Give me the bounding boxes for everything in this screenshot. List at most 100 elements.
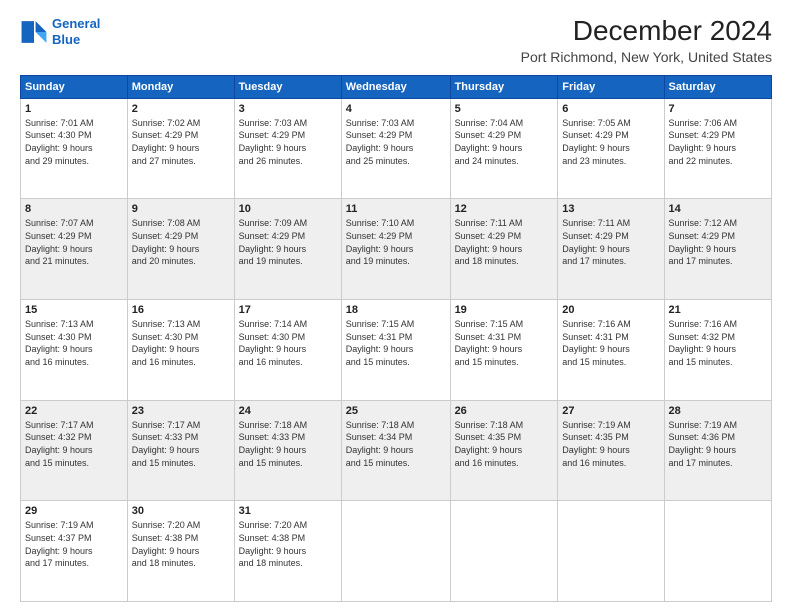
calendar-body: 1 Sunrise: 7:01 AM Sunset: 4:30 PM Daylig…	[21, 98, 772, 601]
day-info: Sunrise: 7:12 AM Sunset: 4:29 PM Dayligh…	[669, 217, 767, 267]
subtitle: Port Richmond, New York, United States	[521, 49, 772, 65]
day-info: Sunrise: 7:19 AM Sunset: 4:37 PM Dayligh…	[25, 519, 123, 569]
day-info: Sunrise: 7:18 AM Sunset: 4:34 PM Dayligh…	[346, 419, 446, 469]
header-row: Sunday Monday Tuesday Wednesday Thursday…	[21, 75, 772, 98]
day-info: Sunrise: 7:06 AM Sunset: 4:29 PM Dayligh…	[669, 117, 767, 167]
col-thursday: Thursday	[450, 75, 558, 98]
calendar-cell: 21 Sunrise: 7:16 AM Sunset: 4:32 PM Dayli…	[664, 300, 771, 401]
calendar-cell: 5Sunrise: 7:04 AM Sunset: 4:29 PM Daylig…	[450, 98, 558, 199]
day-number: 12	[455, 203, 554, 215]
day-number: 7	[669, 103, 767, 115]
day-number: 15	[25, 304, 123, 316]
day-number: 2	[132, 103, 230, 115]
day-info: Sunrise: 7:13 AM Sunset: 4:30 PM Dayligh…	[25, 318, 123, 368]
col-saturday: Saturday	[664, 75, 771, 98]
day-info: Sunrise: 7:09 AM Sunset: 4:29 PM Dayligh…	[239, 217, 337, 267]
day-info: Sunrise: 7:15 AM Sunset: 4:31 PM Dayligh…	[455, 318, 554, 368]
day-info: Sunrise: 7:19 AM Sunset: 4:36 PM Dayligh…	[669, 419, 767, 469]
calendar-cell: 16Sunrise: 7:13 AM Sunset: 4:30 PM Dayli…	[127, 300, 234, 401]
day-number: 21	[669, 304, 767, 316]
page: General Blue December 2024 Port Richmond…	[0, 0, 792, 612]
calendar-cell	[664, 501, 771, 602]
calendar-cell: 1 Sunrise: 7:01 AM Sunset: 4:30 PM Daylig…	[21, 98, 128, 199]
day-info: Sunrise: 7:17 AM Sunset: 4:33 PM Dayligh…	[132, 419, 230, 469]
day-info: Sunrise: 7:20 AM Sunset: 4:38 PM Dayligh…	[132, 519, 230, 569]
day-info: Sunrise: 7:16 AM Sunset: 4:32 PM Dayligh…	[669, 318, 767, 368]
day-info: Sunrise: 7:01 AM Sunset: 4:30 PM Dayligh…	[25, 117, 123, 167]
day-number: 25	[346, 405, 446, 417]
day-info: Sunrise: 7:18 AM Sunset: 4:33 PM Dayligh…	[239, 419, 337, 469]
header: General Blue December 2024 Port Richmond…	[20, 16, 772, 65]
day-number: 30	[132, 505, 230, 517]
day-number: 22	[25, 405, 123, 417]
day-number: 24	[239, 405, 337, 417]
day-number: 9	[132, 203, 230, 215]
col-wednesday: Wednesday	[341, 75, 450, 98]
calendar-cell: 4Sunrise: 7:03 AM Sunset: 4:29 PM Daylig…	[341, 98, 450, 199]
day-info: Sunrise: 7:17 AM Sunset: 4:32 PM Dayligh…	[25, 419, 123, 469]
day-info: Sunrise: 7:10 AM Sunset: 4:29 PM Dayligh…	[346, 217, 446, 267]
col-tuesday: Tuesday	[234, 75, 341, 98]
logo: General Blue	[20, 16, 100, 47]
calendar-cell: 25 Sunrise: 7:18 AM Sunset: 4:34 PM Dayli…	[341, 400, 450, 501]
day-number: 8	[25, 203, 123, 215]
day-info: Sunrise: 7:15 AM Sunset: 4:31 PM Dayligh…	[346, 318, 446, 368]
title-block: December 2024 Port Richmond, New York, U…	[521, 16, 772, 65]
day-info: Sunrise: 7:13 AM Sunset: 4:30 PM Dayligh…	[132, 318, 230, 368]
day-number: 19	[455, 304, 554, 316]
calendar-week-2: 8Sunrise: 7:07 AM Sunset: 4:29 PM Daylig…	[21, 199, 772, 300]
calendar-cell: 2 Sunrise: 7:02 AM Sunset: 4:29 PM Daylig…	[127, 98, 234, 199]
col-monday: Monday	[127, 75, 234, 98]
calendar-cell: 27Sunrise: 7:19 AM Sunset: 4:35 PM Dayli…	[558, 400, 664, 501]
day-number: 1	[25, 103, 123, 115]
logo-icon	[20, 18, 48, 46]
calendar-cell: 9Sunrise: 7:08 AM Sunset: 4:29 PM Daylig…	[127, 199, 234, 300]
calendar-cell: 31 Sunrise: 7:20 AM Sunset: 4:38 PM Dayli…	[234, 501, 341, 602]
day-info: Sunrise: 7:16 AM Sunset: 4:31 PM Dayligh…	[562, 318, 659, 368]
calendar-table: Sunday Monday Tuesday Wednesday Thursday…	[20, 75, 772, 602]
calendar-cell: 7 Sunrise: 7:06 AM Sunset: 4:29 PM Daylig…	[664, 98, 771, 199]
day-number: 29	[25, 505, 123, 517]
day-number: 23	[132, 405, 230, 417]
calendar-cell: 10 Sunrise: 7:09 AM Sunset: 4:29 PM Dayli…	[234, 199, 341, 300]
day-number: 4	[346, 103, 446, 115]
day-info: Sunrise: 7:18 AM Sunset: 4:35 PM Dayligh…	[455, 419, 554, 469]
logo-line2: Blue	[52, 32, 80, 47]
calendar-cell	[341, 501, 450, 602]
main-title: December 2024	[521, 16, 772, 47]
calendar-cell: 26 Sunrise: 7:18 AM Sunset: 4:35 PM Dayli…	[450, 400, 558, 501]
calendar-cell: 6 Sunrise: 7:05 AM Sunset: 4:29 PM Daylig…	[558, 98, 664, 199]
col-sunday: Sunday	[21, 75, 128, 98]
day-number: 20	[562, 304, 659, 316]
calendar-cell: 30 Sunrise: 7:20 AM Sunset: 4:38 PM Dayli…	[127, 501, 234, 602]
calendar-week-5: 29 Sunrise: 7:19 AM Sunset: 4:37 PM Dayli…	[21, 501, 772, 602]
day-number: 11	[346, 203, 446, 215]
calendar-cell: 22 Sunrise: 7:17 AM Sunset: 4:32 PM Dayli…	[21, 400, 128, 501]
calendar-cell: 17Sunrise: 7:14 AM Sunset: 4:30 PM Dayli…	[234, 300, 341, 401]
day-number: 26	[455, 405, 554, 417]
calendar-cell: 18Sunrise: 7:15 AM Sunset: 4:31 PM Dayli…	[341, 300, 450, 401]
calendar-cell: 13Sunrise: 7:11 AM Sunset: 4:29 PM Dayli…	[558, 199, 664, 300]
calendar-cell: 15 Sunrise: 7:13 AM Sunset: 4:30 PM Dayli…	[21, 300, 128, 401]
col-friday: Friday	[558, 75, 664, 98]
calendar-cell: 28Sunrise: 7:19 AM Sunset: 4:36 PM Dayli…	[664, 400, 771, 501]
calendar-header: Sunday Monday Tuesday Wednesday Thursday…	[21, 75, 772, 98]
day-info: Sunrise: 7:11 AM Sunset: 4:29 PM Dayligh…	[562, 217, 659, 267]
calendar-cell: 24 Sunrise: 7:18 AM Sunset: 4:33 PM Dayli…	[234, 400, 341, 501]
day-number: 10	[239, 203, 337, 215]
calendar-cell: 14Sunrise: 7:12 AM Sunset: 4:29 PM Dayli…	[664, 199, 771, 300]
calendar-week-4: 22 Sunrise: 7:17 AM Sunset: 4:32 PM Dayli…	[21, 400, 772, 501]
day-number: 31	[239, 505, 337, 517]
day-info: Sunrise: 7:03 AM Sunset: 4:29 PM Dayligh…	[239, 117, 337, 167]
calendar-week-1: 1 Sunrise: 7:01 AM Sunset: 4:30 PM Daylig…	[21, 98, 772, 199]
calendar-cell: 23 Sunrise: 7:17 AM Sunset: 4:33 PM Dayli…	[127, 400, 234, 501]
calendar-cell: 19 Sunrise: 7:15 AM Sunset: 4:31 PM Dayli…	[450, 300, 558, 401]
calendar-cell: 11 Sunrise: 7:10 AM Sunset: 4:29 PM Dayli…	[341, 199, 450, 300]
day-info: Sunrise: 7:20 AM Sunset: 4:38 PM Dayligh…	[239, 519, 337, 569]
day-info: Sunrise: 7:02 AM Sunset: 4:29 PM Dayligh…	[132, 117, 230, 167]
day-number: 27	[562, 405, 659, 417]
logo-line1: General	[52, 16, 100, 31]
calendar-cell: 29 Sunrise: 7:19 AM Sunset: 4:37 PM Dayli…	[21, 501, 128, 602]
day-info: Sunrise: 7:05 AM Sunset: 4:29 PM Dayligh…	[562, 117, 659, 167]
day-number: 6	[562, 103, 659, 115]
